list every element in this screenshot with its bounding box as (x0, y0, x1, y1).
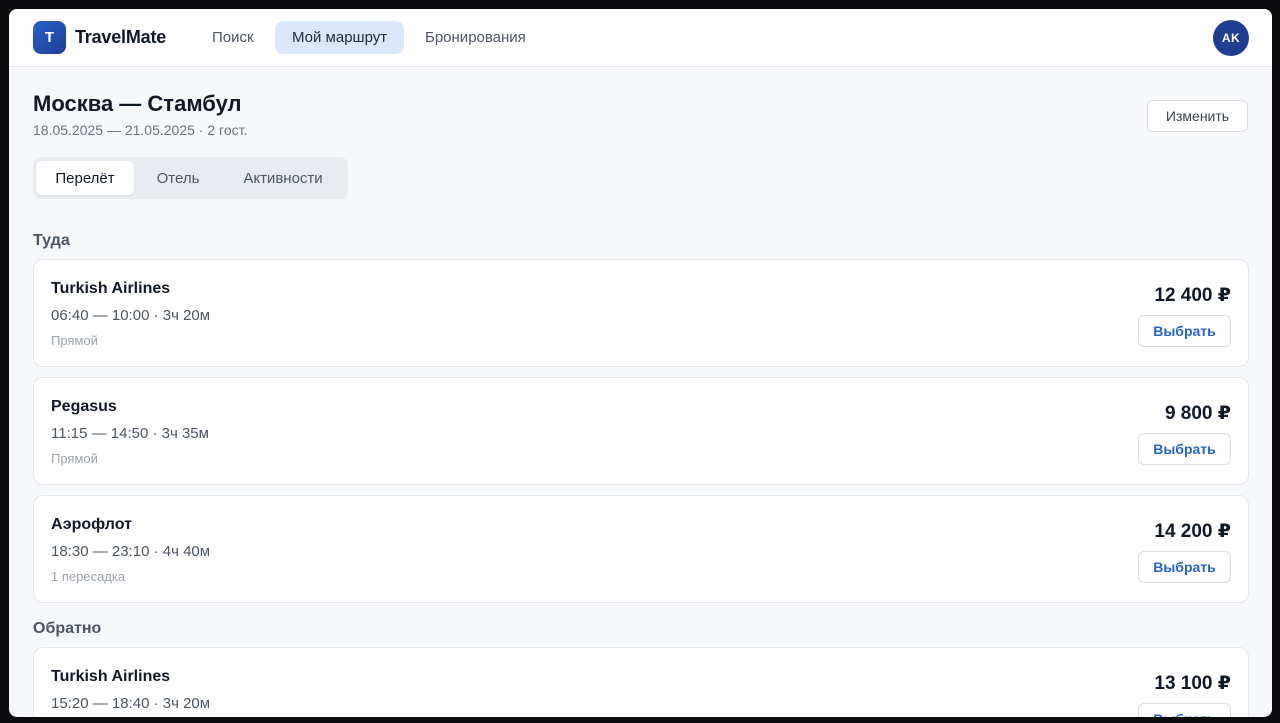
select-flight-button[interactable]: Выбрать (1138, 703, 1231, 717)
section-label-outbound: Туда (33, 232, 70, 249)
select-flight-button[interactable]: Выбрать (1138, 551, 1231, 583)
tab-activities[interactable]: Активности (222, 161, 344, 195)
airline-name: Turkish Airlines (51, 280, 171, 297)
flight-times: 15:20 — 18:40 · 3ч 20м (51, 695, 211, 712)
airline-name: Turkish Airlines (51, 668, 171, 685)
page-title: Москва — Стамбул (33, 91, 242, 116)
flight-card: Turkish Airlines 15:20 — 18:40 · 3ч 20м … (33, 647, 1249, 717)
top-navigation-bar: T TravelMate Поиск Мой маршрут Бронирова… (9, 9, 1272, 67)
flight-price: 9 800 ₽ (1164, 403, 1231, 424)
flight-card: Turkish Airlines 06:40 — 10:00 · 3ч 20м … (33, 259, 1249, 367)
select-flight-button[interactable]: Выбрать (1138, 433, 1231, 465)
user-avatar[interactable]: AK (1213, 20, 1249, 56)
flight-price: 12 400 ₽ (1154, 285, 1231, 306)
nav-item-bookings[interactable]: Бронирования (408, 21, 543, 54)
flight-price: 13 100 ₽ (1154, 673, 1231, 694)
flight-times: 11:15 — 14:50 · 3ч 35м (51, 425, 209, 442)
flight-stops: 1 пересадка (51, 569, 126, 584)
app-logo[interactable]: T (33, 21, 66, 54)
flight-card: Pegasus 11:15 — 14:50 · 3ч 35м Прямой 9 … (33, 377, 1249, 485)
flight-stops: Прямой (51, 333, 98, 348)
select-flight-button[interactable]: Выбрать (1138, 315, 1231, 347)
trip-dates-guests: 18.05.2025 — 21.05.2025 · 2 гост. (33, 122, 248, 138)
edit-trip-button[interactable]: Изменить (1147, 100, 1248, 132)
flight-times: 18:30 — 23:10 · 4ч 40м (51, 543, 211, 560)
nav-item-my-route[interactable]: Мой маршрут (275, 21, 405, 54)
airline-name: Аэрофлот (51, 516, 132, 533)
app-name: TravelMate (75, 27, 167, 47)
tab-hotel[interactable]: Отель (134, 161, 222, 195)
flight-price: 14 200 ₽ (1154, 521, 1231, 542)
airline-name: Pegasus (51, 398, 117, 415)
flight-times: 06:40 — 10:00 · 3ч 20м (51, 307, 211, 324)
trip-tabs: Перелёт Отель Активности (33, 157, 348, 199)
flight-card: Аэрофлот 18:30 — 23:10 · 4ч 40м 1 переса… (33, 495, 1249, 603)
section-label-return: Обратно (33, 620, 102, 637)
app-window: T TravelMate Поиск Мой маршрут Бронирова… (9, 9, 1272, 717)
tab-flight[interactable]: Перелёт (36, 161, 134, 195)
flight-stops: Прямой (51, 451, 98, 466)
nav-item-search[interactable]: Поиск (195, 21, 271, 54)
